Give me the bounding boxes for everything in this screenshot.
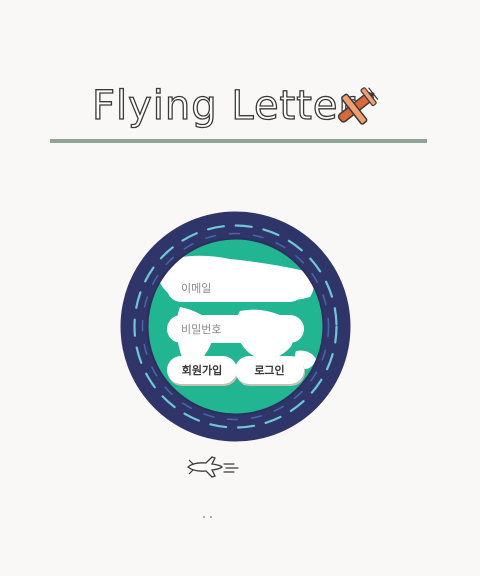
email-input[interactable]	[167, 274, 304, 302]
login-button[interactable]: 로그인	[235, 356, 304, 384]
header: Flying Letter	[0, 78, 480, 138]
app-title: Flying Letter	[91, 83, 356, 129]
password-input[interactable]	[167, 315, 304, 343]
header-divider	[50, 139, 427, 143]
airplane-outline-icon	[186, 456, 239, 478]
loading-dots-icon	[203, 516, 212, 518]
biplane-icon	[337, 87, 379, 125]
signup-button[interactable]: 회원가입	[167, 356, 237, 384]
